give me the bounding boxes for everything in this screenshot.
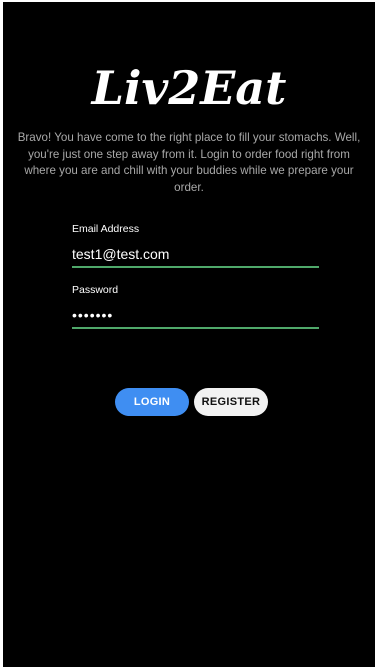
- email-label: Email Address: [72, 223, 140, 235]
- login-screen: Liv2Eat Bravo! You have come to the righ…: [3, 2, 375, 667]
- app-logo: Liv2Eat: [91, 61, 287, 115]
- email-field[interactable]: [72, 242, 319, 268]
- password-label: Password: [72, 284, 119, 296]
- login-button[interactable]: LOGIN: [115, 388, 189, 416]
- password-field[interactable]: •••••••: [72, 303, 319, 329]
- register-button[interactable]: REGISTER: [194, 388, 268, 416]
- welcome-tagline: Bravo! You have come to the right place …: [17, 131, 361, 194]
